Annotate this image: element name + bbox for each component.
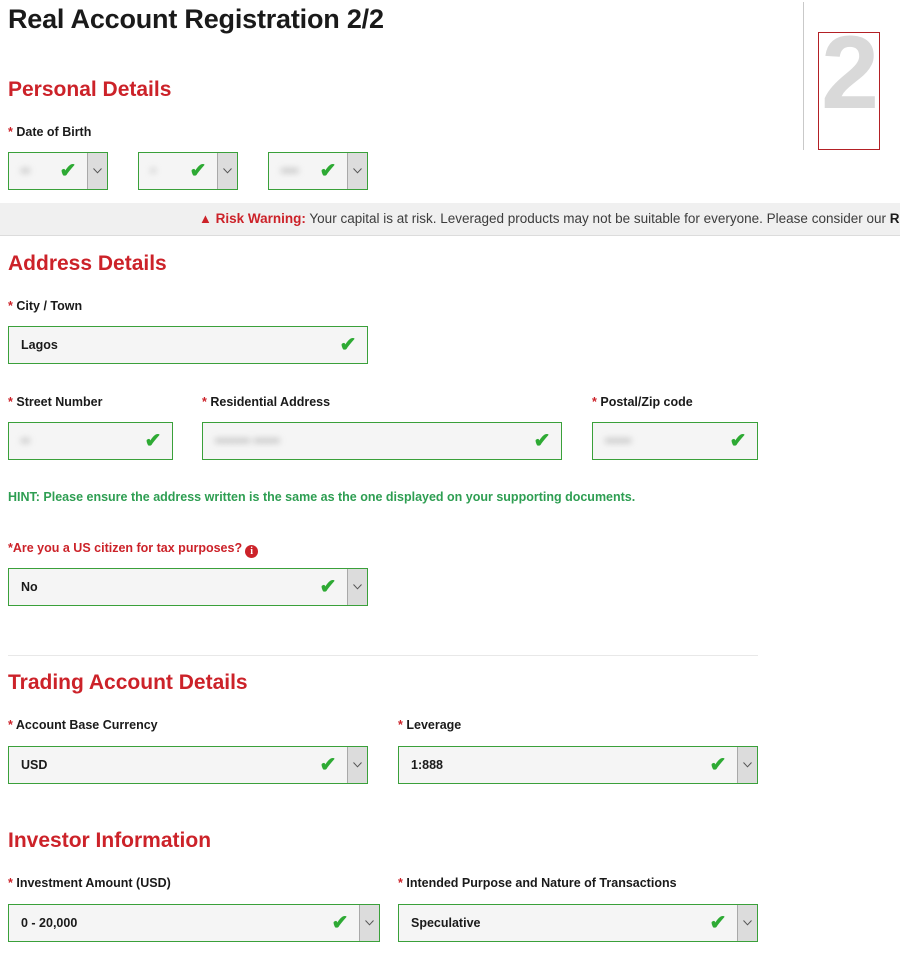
intended-purpose-select[interactable]: Speculative ✔ <box>398 904 758 942</box>
leverage-value: 1:888 <box>411 758 443 772</box>
chevron-down-icon[interactable] <box>737 747 757 783</box>
required-marker: * <box>398 876 403 890</box>
valid-check-icon: ✔ <box>709 754 727 776</box>
leverage-select[interactable]: 1:888 ✔ <box>398 746 758 784</box>
required-marker: * <box>8 395 13 409</box>
chevron-down-icon[interactable] <box>87 153 107 189</box>
label-text: Street Number <box>16 395 103 409</box>
dob-month-value: • <box>151 164 156 178</box>
valid-check-icon: ✔ <box>144 430 162 452</box>
label-account-base-currency: * Account Base Currency <box>8 718 158 732</box>
valid-check-icon: ✔ <box>709 912 727 934</box>
section-heading-investor-information: Investor Information <box>8 829 212 852</box>
section-divider <box>8 655 758 656</box>
us-citizen-select[interactable]: No ✔ <box>8 568 368 606</box>
label-text: *Are you a US citizen for tax purposes? <box>8 541 243 555</box>
label-text: City / Town <box>16 299 83 313</box>
section-heading-trading-account-details: Trading Account Details <box>8 671 248 694</box>
dob-month-select[interactable]: • ✔ <box>138 152 238 190</box>
label-city-town: * City / Town <box>8 299 82 313</box>
required-marker: * <box>8 299 13 313</box>
label-street-number: * Street Number <box>8 395 103 409</box>
step-divider <box>803 2 804 150</box>
valid-check-icon: ✔ <box>331 912 349 934</box>
chevron-down-icon[interactable] <box>737 905 757 941</box>
label-intended-purpose: * Intended Purpose and Nature of Transac… <box>398 876 677 890</box>
risk-warning-text: ▲ Risk Warning: Your capital is at risk.… <box>199 211 900 226</box>
chevron-down-icon[interactable] <box>217 153 237 189</box>
chevron-down-icon[interactable] <box>347 153 367 189</box>
valid-check-icon: ✔ <box>189 160 207 182</box>
valid-check-icon: ✔ <box>319 754 337 776</box>
chevron-down-icon[interactable] <box>347 569 367 605</box>
intended-purpose-value: Speculative <box>411 916 481 930</box>
label-postal-zip-code: * Postal/Zip code <box>592 395 693 409</box>
city-town-input[interactable]: Lagos ✔ <box>8 326 368 364</box>
label-date-of-birth: * Date of Birth <box>8 125 91 139</box>
label-text: Account Base Currency <box>15 718 158 732</box>
investment-amount-value: 0 - 20,000 <box>21 916 78 930</box>
risk-warning-body: Your capital is at risk. Leveraged produ… <box>305 211 890 226</box>
info-icon[interactable]: i <box>245 545 259 558</box>
label-text: Investment Amount (USD) <box>16 876 171 890</box>
dob-day-value: •• <box>21 164 30 178</box>
required-marker: * <box>8 125 13 139</box>
label-text: Postal/Zip code <box>600 395 693 409</box>
label-text: Leverage <box>406 718 462 732</box>
required-marker: * <box>398 718 403 732</box>
residential-address-input[interactable]: •••••••• •••••• ✔ <box>202 422 562 460</box>
valid-check-icon: ✔ <box>319 576 337 598</box>
section-heading-address-details: Address Details <box>8 252 167 275</box>
account-base-currency-value: USD <box>21 758 48 772</box>
chevron-down-icon[interactable] <box>347 747 367 783</box>
required-marker: * <box>8 876 13 890</box>
valid-check-icon: ✔ <box>729 430 747 452</box>
street-number-value: •• <box>21 434 30 448</box>
section-heading-personal-details: Personal Details <box>8 78 172 101</box>
investment-amount-select[interactable]: 0 - 20,000 ✔ <box>8 904 380 942</box>
dob-year-select[interactable]: •••• ✔ <box>268 152 368 190</box>
street-number-input[interactable]: •• ✔ <box>8 422 173 460</box>
dob-day-select[interactable]: •• ✔ <box>8 152 108 190</box>
label-leverage: * Leverage <box>398 718 461 732</box>
label-text: Residential Address <box>210 395 331 409</box>
warning-triangle-icon: ▲ <box>199 211 212 226</box>
page-title: Real Account Registration 2/2 <box>8 4 384 34</box>
risk-warning-label: Risk Warning: <box>215 211 306 226</box>
label-us-citizen-question: *Are you a US citizen for tax purposes? i <box>8 541 259 558</box>
label-residential-address: * Residential Address <box>202 395 330 409</box>
required-marker: * <box>202 395 207 409</box>
residential-address-value: •••••••• •••••• <box>215 434 280 448</box>
chevron-down-icon[interactable] <box>359 905 379 941</box>
city-town-value: Lagos <box>21 338 58 352</box>
required-marker: * <box>8 718 13 732</box>
valid-check-icon: ✔ <box>339 334 357 356</box>
valid-check-icon: ✔ <box>319 160 337 182</box>
valid-check-icon: ✔ <box>59 160 77 182</box>
label-text: Date of Birth <box>16 125 92 139</box>
address-hint-text: HINT: Please ensure the address written … <box>8 490 636 504</box>
us-citizen-value: No <box>21 580 38 594</box>
label-investment-amount: * Investment Amount (USD) <box>8 876 171 890</box>
step-number: 2 <box>821 32 879 131</box>
postal-zip-code-value: •••••• <box>605 434 632 448</box>
risk-disclosure-link[interactable]: Ris <box>890 211 900 226</box>
valid-check-icon: ✔ <box>533 430 551 452</box>
postal-zip-code-input[interactable]: •••••• ✔ <box>592 422 758 460</box>
risk-warning-banner: ▲ Risk Warning: Your capital is at risk.… <box>0 203 900 236</box>
step-indicator-badge: 2 <box>818 32 880 150</box>
dob-year-value: •••• <box>281 164 299 178</box>
label-text: Intended Purpose and Nature of Transacti… <box>406 876 677 890</box>
account-base-currency-select[interactable]: USD ✔ <box>8 746 368 784</box>
required-marker: * <box>592 395 597 409</box>
